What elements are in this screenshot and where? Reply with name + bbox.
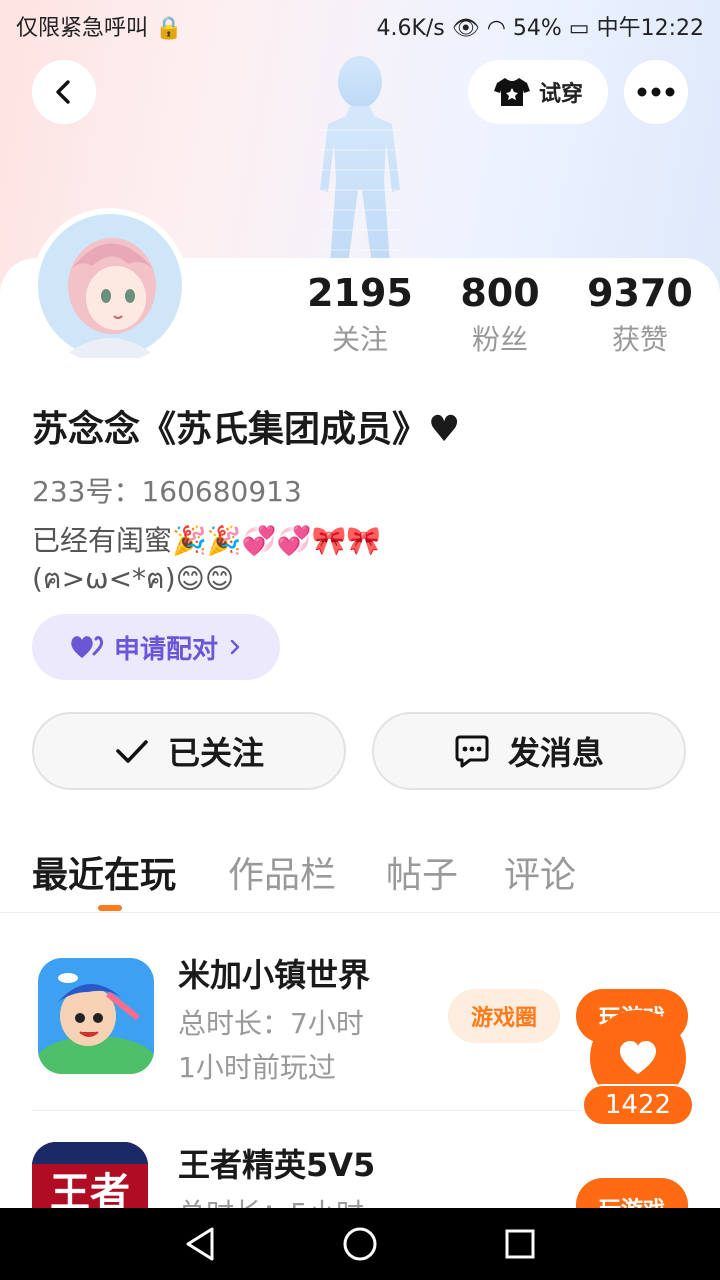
nav-home-icon[interactable]	[342, 1226, 378, 1262]
try-on-label: 试穿	[538, 82, 583, 107]
game-duration: 总时长：5小时	[178, 1192, 364, 1208]
followed-button[interactable]: 已关注	[32, 712, 346, 790]
game-circle-button[interactable]: 游戏圈	[448, 989, 560, 1043]
tshirt-icon	[493, 78, 530, 106]
wifi-icon: ◠	[486, 16, 506, 41]
more-button[interactable]	[624, 60, 688, 124]
chevron-right-icon	[230, 639, 240, 655]
nav-back-icon[interactable]	[184, 1226, 216, 1262]
game-icon-miga-town	[38, 958, 154, 1074]
tab-works[interactable]: 作品栏	[228, 846, 336, 898]
send-message-button[interactable]: 发消息	[372, 712, 686, 790]
user-id[interactable]: 233号：160680913	[32, 470, 302, 510]
stat-label: 粉丝	[471, 323, 528, 356]
tab-comments[interactable]: 评论	[504, 846, 576, 898]
bio-line: 已经有闺蜜🎉🎉💞💞🎀🎀	[32, 524, 382, 557]
bio-line: (ฅ>ω<*ฅ)😊😊	[32, 562, 235, 595]
stat-value: 800	[460, 271, 540, 315]
check-icon	[116, 740, 148, 763]
avatar-figure-hologram	[320, 56, 400, 265]
battery-percent: 54%	[512, 16, 562, 41]
game-icon-king-elite: 王者	[32, 1142, 148, 1208]
game-last-played: 1小时前玩过	[178, 1051, 336, 1084]
battery-icon: ▭	[568, 16, 590, 41]
game-title: 米加小镇世界	[178, 956, 371, 994]
avatar-image	[34, 210, 186, 362]
bio: 已经有闺蜜🎉🎉💞💞🎀🎀 (ฅ>ω<*ฅ)😊😊	[32, 522, 682, 598]
double-heart-icon	[71, 636, 104, 658]
apply-pair-label: 申请配对	[113, 634, 218, 665]
avatar[interactable]	[32, 208, 188, 364]
try-on-button[interactable]: 试穿	[468, 60, 608, 124]
stat-likes[interactable]: 9370 获赞	[575, 270, 705, 360]
carrier-text: 仅限紧急呼叫	[16, 16, 149, 41]
play-game-button[interactable]: 玩游戏	[576, 1178, 688, 1208]
game-title: 王者精英5V5	[178, 1146, 376, 1184]
status-bar: 仅限紧急呼叫 🔒 4.6K/s 👁 ◠ 54% ▭ 中午12:22	[0, 0, 720, 50]
heart-icon	[620, 1041, 656, 1074]
stat-label: 关注	[331, 323, 388, 356]
stat-value: 9370	[587, 271, 693, 315]
system-nav-bar	[0, 1208, 720, 1280]
nickname: 苏念念《苏氏集团成员》♥	[32, 409, 461, 450]
eye-icon: 👁	[451, 16, 480, 41]
back-button[interactable]	[32, 60, 96, 124]
game-duration: 总时长：7小时	[178, 1007, 364, 1040]
more-dots-icon	[637, 87, 675, 97]
apply-pair-button[interactable]: 申请配对	[32, 614, 280, 680]
network-speed: 4.6K/s	[376, 16, 445, 41]
send-message-label: 发消息	[507, 734, 604, 772]
active-tab-indicator	[98, 905, 122, 911]
clock: 中午12:22	[596, 16, 704, 41]
followed-label: 已关注	[167, 734, 264, 772]
stat-following[interactable]: 2195 关注	[295, 270, 425, 360]
tabs-divider	[0, 912, 720, 913]
lock-icon: 🔒	[155, 16, 183, 41]
profile-tabs: 最近在玩 作品栏 帖子 评论	[32, 846, 692, 896]
nav-recents-icon[interactable]	[504, 1228, 536, 1260]
svg-text:王者: 王者	[50, 1170, 130, 1208]
chevron-left-icon	[56, 80, 70, 104]
tab-recently-played[interactable]: 最近在玩	[32, 846, 176, 898]
chat-bubble-icon	[455, 735, 489, 768]
stat-label: 获赞	[611, 323, 668, 356]
like-count: 1422	[582, 1084, 694, 1126]
tab-posts[interactable]: 帖子	[386, 846, 458, 898]
stat-value: 2195	[307, 271, 413, 315]
stat-followers[interactable]: 800 粉丝	[435, 270, 565, 360]
